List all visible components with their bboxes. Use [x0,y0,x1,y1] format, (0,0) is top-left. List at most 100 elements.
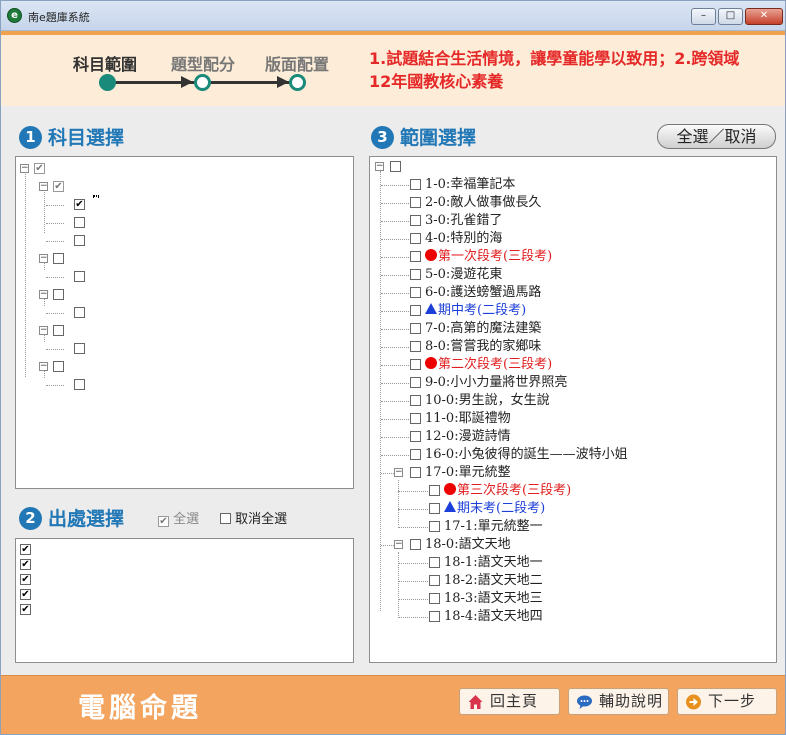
source-checkbox[interactable]: ✔ [20,574,31,585]
subject-checkbox[interactable] [53,325,64,336]
subject-checkbox[interactable] [53,253,64,264]
subject-checkbox[interactable]: ✔ [34,163,45,174]
range-checkbox[interactable] [410,467,421,478]
deselect-all-checkbox[interactable] [220,513,231,524]
subject-checkbox[interactable] [53,361,64,372]
source-checkbox[interactable]: ✔ [20,589,31,600]
range-tree-item[interactable]: 18-4:語文天地四 [370,608,770,626]
range-tree-item[interactable]: 6-0:護送螃蟹過馬路 [370,284,770,302]
subject-checkbox[interactable]: ✔ [74,199,85,210]
subject-tree-item[interactable] [16,304,346,322]
close-button[interactable]: ✕ [745,8,783,25]
source-checkbox[interactable]: ✔ [20,559,31,570]
range-tree-item[interactable]: 12-0:漫遊詩情 [370,428,770,446]
expand-toggle-icon[interactable]: − [39,362,48,371]
subject-tree-item[interactable] [16,268,346,286]
range-tree-item[interactable]: 5-0:漫遊花東 [370,266,770,284]
toggle-select-all-button[interactable]: 全選／取消 [657,124,776,149]
range-tree-item[interactable]: 17-1:單元統整一 [370,518,770,536]
range-tree-item[interactable]: 7-0:高第的魔法建築 [370,320,770,338]
next-step-button[interactable]: 下一步 [677,688,777,715]
range-tree-root[interactable]: − [370,158,770,176]
range-checkbox[interactable] [429,521,440,532]
range-checkbox[interactable] [429,557,440,568]
range-checkbox[interactable] [410,431,421,442]
subject-checkbox[interactable] [74,235,85,246]
subject-tree-item[interactable] [16,340,346,358]
range-checkbox[interactable] [410,215,421,226]
range-checkbox[interactable] [410,377,421,388]
range-checkbox[interactable] [429,503,440,514]
expand-toggle-icon[interactable]: − [39,290,48,299]
subject-tree-panel[interactable]: − ✔ − ✔ ✔ − − − − [15,156,354,489]
subject-tree-item[interactable] [16,376,346,394]
home-button[interactable]: 回主頁 [459,688,560,715]
range-checkbox[interactable] [390,161,401,172]
range-tree-item[interactable]: 18-2:語文天地二 [370,572,770,590]
subject-checkbox[interactable]: ✔ [53,181,64,192]
minimize-button[interactable]: – [691,8,716,25]
range-checkbox[interactable] [429,575,440,586]
subject-checkbox[interactable] [74,379,85,390]
range-tree-item[interactable]: 期末考(二段考) [370,500,770,518]
source-checkbox[interactable]: ✔ [20,544,31,555]
source-checkbox[interactable]: ✔ [20,604,31,615]
subject-tree-item[interactable]: ✔ [16,196,346,214]
expand-toggle-icon[interactable]: − [39,182,48,191]
range-tree-item[interactable]: 4-0:特別的海 [370,230,770,248]
subject-tree-item[interactable]: − [16,286,346,304]
range-checkbox[interactable] [410,395,421,406]
subject-tree-item[interactable]: − ✔ [16,178,346,196]
range-checkbox[interactable] [410,413,421,424]
range-checkbox[interactable] [410,341,421,352]
range-tree-item[interactable]: 1-0:幸福筆記本 [370,176,770,194]
range-checkbox[interactable] [410,449,421,460]
subject-tree-item[interactable] [16,214,346,232]
range-checkbox[interactable] [429,485,440,496]
range-checkbox[interactable] [429,593,440,604]
expand-toggle-icon[interactable]: − [394,468,403,477]
source-deselect-all[interactable]: 取消全選 [220,508,287,527]
range-tree-item[interactable]: − 18-0:語文天地 [370,536,770,554]
subject-tree-item[interactable]: − [16,322,346,340]
range-tree-item[interactable]: 第三次段考(三段考) [370,482,770,500]
range-checkbox[interactable] [410,233,421,244]
range-tree-item[interactable]: 18-1:語文天地一 [370,554,770,572]
range-tree-item[interactable]: 8-0:嘗嘗我的家鄉味 [370,338,770,356]
expand-toggle-icon[interactable]: − [20,164,29,173]
range-checkbox[interactable] [429,611,440,622]
expand-toggle-icon[interactable]: − [39,326,48,335]
range-checkbox[interactable] [410,251,421,262]
subject-tree-item[interactable] [16,232,346,250]
source-select-all[interactable]: ✔ 全選 [158,508,199,527]
expand-toggle-icon[interactable]: − [394,540,403,549]
subject-tree-item[interactable]: − [16,358,346,376]
range-tree-item[interactable]: − 17-0:單元統整 [370,464,770,482]
expand-toggle-icon[interactable]: − [39,254,48,263]
range-tree-item[interactable]: 期中考(二段考) [370,302,770,320]
expand-toggle-icon[interactable]: − [375,162,384,171]
range-checkbox[interactable] [410,287,421,298]
subject-checkbox[interactable] [53,289,64,300]
range-checkbox[interactable] [410,305,421,316]
subject-tree-item[interactable]: − [16,250,346,268]
subject-checkbox[interactable] [74,217,85,228]
range-tree-panel[interactable]: − 1-0:幸福筆記本 2-0:敵人做事做長久 3-0:孔雀錯了 4-0:特別的海 第一次… [369,156,777,663]
maximize-button[interactable]: □ [718,8,743,25]
range-checkbox[interactable] [410,179,421,190]
range-checkbox[interactable] [410,197,421,208]
range-checkbox[interactable] [410,323,421,334]
subject-checkbox[interactable] [74,343,85,354]
range-tree-item[interactable]: 18-3:語文天地三 [370,590,770,608]
range-checkbox[interactable] [410,359,421,370]
range-tree-item[interactable]: 9-0:小小力量將世界照亮 [370,374,770,392]
range-checkbox[interactable] [410,269,421,280]
select-all-checkbox[interactable]: ✔ [158,516,169,527]
range-tree-item[interactable]: 2-0:敵人做事做長久 [370,194,770,212]
range-tree-item[interactable]: 10-0:男生說，女生說 [370,392,770,410]
range-tree-item[interactable]: 第二次段考(三段考) [370,356,770,374]
range-tree-item[interactable]: 第一次段考(三段考) [370,248,770,266]
range-tree-item[interactable]: 11-0:耶誕禮物 [370,410,770,428]
subject-checkbox[interactable] [74,307,85,318]
range-tree-item[interactable]: 3-0:孔雀錯了 [370,212,770,230]
